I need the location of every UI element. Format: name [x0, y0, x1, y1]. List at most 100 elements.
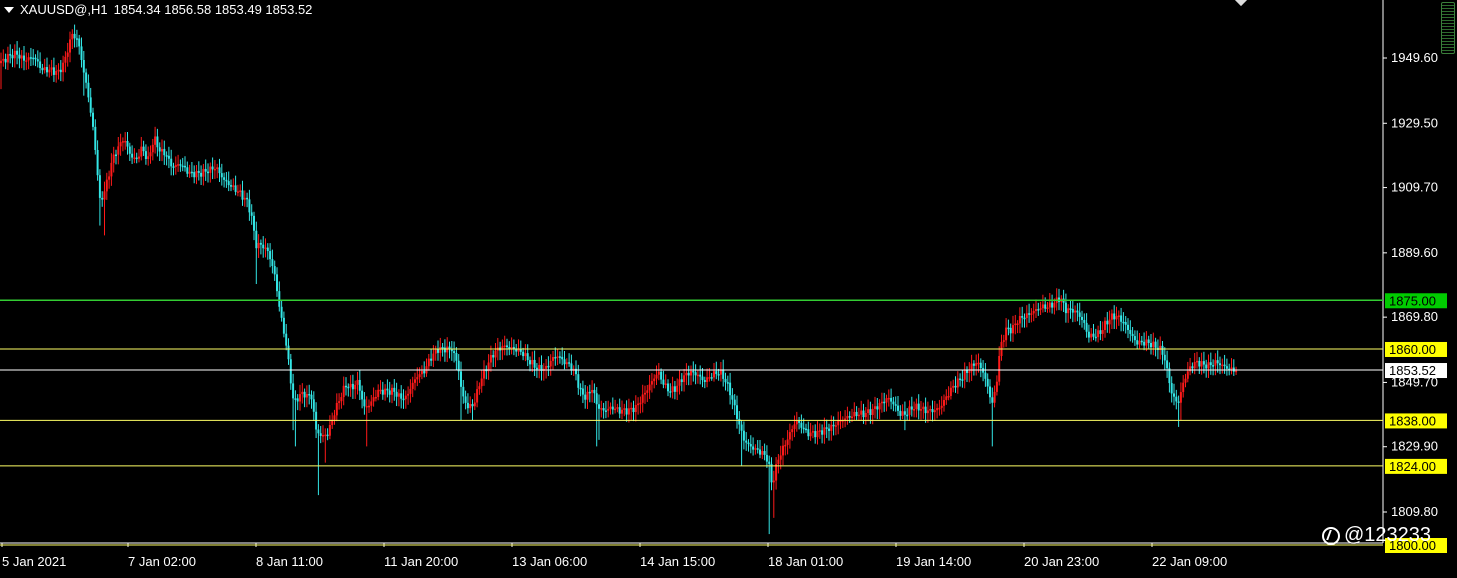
bear-candle — [96, 150, 99, 176]
x-tick-label: 11 Jan 20:00 — [384, 554, 458, 569]
bull-candle — [25, 60, 28, 62]
level-badge-label: 1838.00 — [1389, 413, 1436, 428]
bull-candle — [328, 424, 331, 436]
bear-candle — [36, 59, 39, 62]
bear-candle — [135, 157, 138, 160]
bear-candle — [595, 393, 598, 405]
price-chart[interactable]: 1949.60 1929.50 1909.70 1889.60 1869.80 1849.… — [0, 0, 1457, 573]
bear-candle — [1191, 366, 1194, 369]
bull-candle — [623, 408, 626, 410]
bull-candle — [149, 152, 152, 157]
bull-candle — [1035, 309, 1037, 311]
bull-candle — [1025, 313, 1028, 319]
bull-candle — [949, 387, 952, 396]
bull-candle — [874, 406, 876, 409]
bear-candle — [1069, 308, 1072, 310]
bull-candle — [968, 371, 971, 373]
bear-candle — [46, 67, 48, 73]
bull-candle — [956, 378, 959, 388]
bear-candle — [179, 164, 182, 166]
bull-candle — [545, 365, 548, 369]
bear-candle — [345, 385, 347, 388]
bear-candle — [1037, 309, 1040, 311]
bull-candle — [377, 389, 380, 397]
chart-canvas[interactable]: 1949.601929.501909.701889.601869.801849.… — [0, 0, 1457, 573]
bear-candle — [443, 347, 446, 353]
bull-candle — [1101, 329, 1104, 334]
bull-candle — [837, 420, 840, 426]
bear-candle — [855, 411, 858, 417]
bear-candle — [724, 378, 727, 383]
bear-candle — [972, 363, 975, 366]
bull-candle — [510, 347, 513, 349]
bull-candle — [867, 409, 870, 413]
bear-candle — [1028, 313, 1031, 315]
bull-candle — [0, 60, 2, 64]
bull-candle — [43, 67, 46, 71]
scale-slider-handle[interactable] — [1441, 2, 1455, 54]
bull-candle — [202, 168, 205, 177]
bull-candle — [1041, 304, 1044, 309]
bear-candle — [694, 372, 697, 376]
bear-candle — [894, 404, 897, 406]
bear-candle — [1071, 309, 1074, 313]
bull-candle — [1184, 378, 1187, 383]
bear-candle — [1081, 316, 1083, 320]
bull-candle — [683, 375, 686, 383]
bear-candle — [204, 168, 207, 172]
bear-candle — [522, 351, 525, 357]
bear-candle — [798, 420, 801, 423]
bull-candle — [1235, 370, 1238, 373]
bull-candle — [1104, 320, 1106, 330]
bull-candle — [473, 402, 476, 407]
bull-candle — [685, 372, 688, 376]
bear-candle — [931, 409, 934, 413]
bear-candle — [186, 167, 189, 174]
bull-candle — [637, 403, 640, 406]
bull-candle — [305, 393, 308, 398]
bull-candle — [795, 420, 798, 425]
bull-candle — [1196, 360, 1198, 363]
bull-candle — [409, 388, 412, 394]
bull-candle — [975, 363, 978, 366]
bear-candle — [1177, 401, 1180, 403]
bear-candle — [41, 68, 44, 71]
bull-candle — [257, 242, 260, 249]
bull-candle — [476, 389, 479, 403]
bear-candle — [726, 382, 729, 384]
bear-candle — [759, 449, 761, 455]
bear-candle — [23, 55, 25, 61]
bear-candle — [1051, 302, 1054, 308]
bull-candle — [1186, 371, 1189, 379]
bull-candle — [340, 397, 343, 402]
bull-candle — [846, 416, 849, 419]
bull-candle — [591, 389, 594, 393]
bear-candle — [361, 390, 364, 400]
bull-candle — [809, 432, 812, 437]
bull-candle — [112, 154, 115, 163]
bull-candle — [354, 384, 357, 390]
bear-candle — [471, 404, 474, 407]
bull-candle — [239, 190, 242, 192]
bear-candle — [568, 362, 571, 364]
bull-candle — [195, 170, 198, 178]
bear-candle — [1044, 304, 1047, 309]
bull-candle — [1110, 313, 1113, 320]
bear-candle — [310, 394, 313, 400]
bear-candle — [876, 406, 879, 410]
bull-candle — [1014, 323, 1017, 326]
bear-candle — [1099, 330, 1102, 334]
bull-candle — [653, 378, 656, 382]
bear-candle — [128, 146, 131, 154]
bull-candle — [138, 156, 140, 159]
bull-candle — [1221, 364, 1224, 367]
bear-candle — [273, 266, 276, 275]
bull-candle — [922, 406, 925, 410]
bull-candle — [416, 377, 419, 380]
bear-candle — [1198, 360, 1201, 367]
bear-candle — [453, 351, 456, 353]
bear-candle — [296, 398, 299, 402]
dropdown-triangle-icon[interactable] — [4, 6, 14, 13]
bull-candle — [650, 381, 653, 385]
bull-candle — [117, 146, 120, 155]
